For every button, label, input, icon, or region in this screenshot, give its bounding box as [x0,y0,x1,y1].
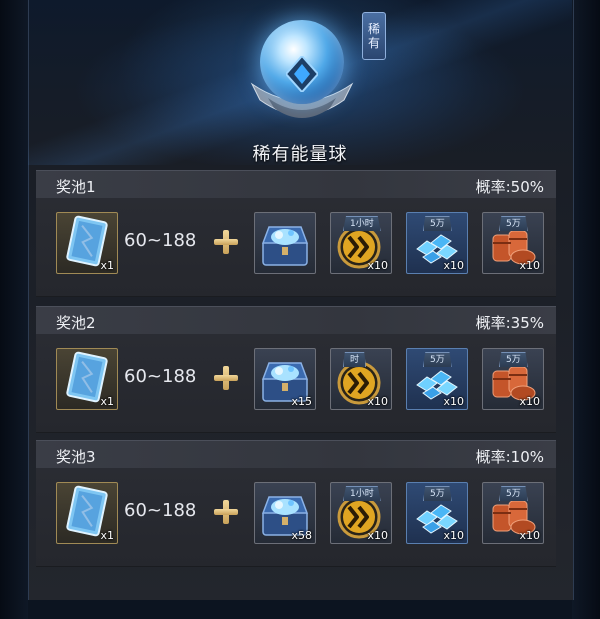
right-border [572,0,600,619]
rarity-badge: 稀 有 [362,12,386,60]
boost-duration-tag: 时 [343,352,367,367]
item-quantity: x1 [100,259,114,272]
crystal-item[interactable]: 5万 x10 [406,212,468,274]
energy-card-item[interactable]: x1 [56,212,118,274]
item-quantity: x1 [100,529,114,542]
boost-quantity: x10 [367,395,388,408]
crystal-amount-tag: 5万 [423,352,452,367]
pool-header: 奖池3 概率:10% [36,440,556,469]
crystal-quantity: x10 [443,395,464,408]
oil-barrel-item[interactable]: 5万 x10 [482,212,544,274]
pool-name: 奖池3 [56,448,96,466]
reward-pool-1: 奖池1 概率:50% x1 60~188 1小时 x10 5万 x10 5万 x… [36,170,556,297]
pool-rewards: x1 60~188 1小时 x10 5万 x10 5万 x10 [36,198,556,297]
pool-name: 奖池1 [56,178,96,196]
treasure-chest-item[interactable]: x15 [254,348,316,410]
boost-quantity: x10 [367,259,388,272]
left-border [0,0,28,619]
speedup-item[interactable]: 时 x10 [330,348,392,410]
crystal-item[interactable]: 5万 x10 [406,348,468,410]
boost-quantity: x10 [367,529,388,542]
pool-probability: 概率:10% [475,448,544,466]
boost-duration-tag: 1小时 [343,486,381,501]
energy-card-item[interactable]: x1 [56,482,118,544]
treasure-chest-item[interactable] [254,212,316,274]
rarity-char-1: 稀 [367,22,380,36]
energy-card-item[interactable]: x1 [56,348,118,410]
energy-range: 60~188 [124,366,197,387]
energy-orb-icon [248,20,356,130]
speedup-item[interactable]: 1小时 x10 [330,212,392,274]
barrel-amount-tag: 5万 [499,352,528,367]
plus-icon [212,364,240,392]
reward-pool-2: 奖池2 概率:35% x1 60~188 x15 时 x10 5万 x10 5万… [36,306,556,433]
crystal-quantity: x10 [443,529,464,542]
boost-duration-tag: 1小时 [343,216,381,231]
barrel-amount-tag: 5万 [499,486,528,501]
crystal-item[interactable]: 5万 x10 [406,482,468,544]
pool-probability: 概率:50% [475,178,544,196]
item-quantity: x1 [100,395,114,408]
energy-range: 60~188 [124,500,197,521]
oil-barrel-item[interactable]: 5万 x10 [482,348,544,410]
crystal-amount-tag: 5万 [423,216,452,231]
pool-rewards: x1 60~188 x58 1小时 x10 5万 x10 5万 x10 [36,468,556,567]
treasure-chest-icon [261,226,309,266]
pool-probability: 概率:35% [475,314,544,332]
barrel-quantity: x10 [519,529,540,542]
chest-quantity: x58 [291,529,312,542]
barrel-amount-tag: 5万 [499,216,528,231]
pool-name: 奖池2 [56,314,96,332]
plus-icon [212,228,240,256]
pool-header: 奖池2 概率:35% [36,306,556,335]
crystal-amount-tag: 5万 [423,486,452,501]
oil-barrel-item[interactable]: 5万 x10 [482,482,544,544]
rarity-char-2: 有 [367,36,380,50]
barrel-quantity: x10 [519,395,540,408]
pool-header: 奖池1 概率:50% [36,170,556,199]
pool-rewards: x1 60~188 x15 时 x10 5万 x10 5万 x10 [36,334,556,433]
crystal-quantity: x10 [443,259,464,272]
plus-icon [212,498,240,526]
speedup-item[interactable]: 1小时 x10 [330,482,392,544]
treasure-chest-item[interactable]: x58 [254,482,316,544]
chest-quantity: x15 [291,395,312,408]
reward-pool-3: 奖池3 概率:10% x1 60~188 x58 1小时 x10 5万 x10 … [36,440,556,567]
energy-range: 60~188 [124,230,197,251]
item-title: 稀有能量球 [252,144,348,165]
barrel-quantity: x10 [519,259,540,272]
